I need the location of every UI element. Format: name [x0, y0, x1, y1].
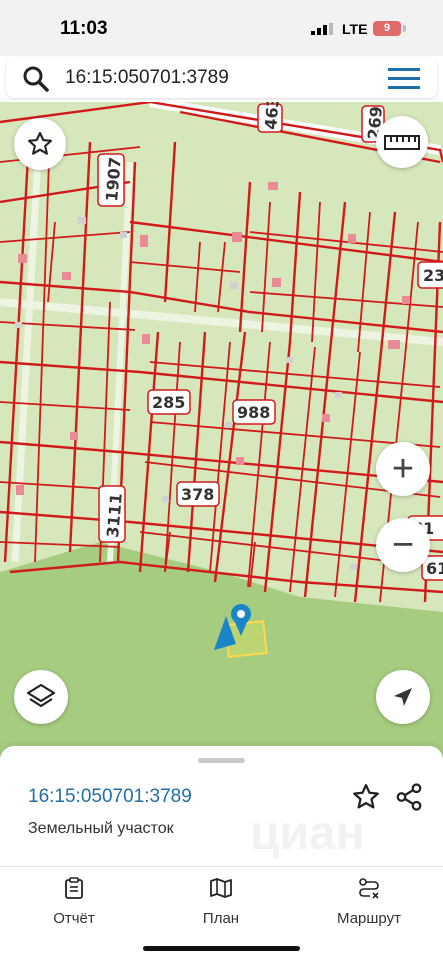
search-bar[interactable]: 16:15:050701:3789 [6, 58, 437, 98]
map-label-285: 285 [147, 389, 191, 415]
zoom-in-button[interactable]: + [376, 442, 430, 496]
svg-text:3111: 3111 [103, 492, 126, 538]
svg-text:1907: 1907 [102, 156, 125, 202]
parcel-type: Земельный участок [28, 820, 174, 837]
hamburger-menu-icon[interactable] [388, 68, 420, 90]
search-input[interactable]: 16:15:050701:3789 [65, 67, 229, 89]
navigation-arrow-icon [394, 688, 412, 706]
tab-plan-label: План [202, 910, 240, 927]
report-icon [65, 877, 83, 899]
zoom-out-button[interactable]: − [376, 518, 430, 572]
ruler-icon [384, 135, 420, 150]
tab-report[interactable]: Отчёт [19, 877, 129, 927]
map-label-23: 23 [417, 261, 443, 289]
location-pin-icon[interactable] [212, 598, 256, 654]
plus-icon: + [391, 448, 415, 490]
network-type: LTE [342, 21, 368, 37]
cadastral-number: 16:15:050701:3789 [28, 786, 192, 807]
status-bar: 11:03 LTE 9 [0, 0, 443, 56]
svg-text:378: 378 [181, 485, 214, 504]
favorite-map-button[interactable] [14, 118, 66, 170]
svg-text:285: 285 [152, 393, 185, 412]
tab-report-label: Отчёт [53, 910, 95, 927]
watermark: циан [250, 807, 365, 860]
layers-icon [26, 683, 56, 708]
star-icon[interactable] [351, 782, 381, 812]
home-indicator[interactable] [143, 946, 300, 951]
svg-text:23: 23 [423, 266, 443, 285]
map-label-988: 988 [232, 399, 276, 425]
search-icon[interactable] [22, 65, 50, 93]
my-location-button[interactable] [376, 670, 430, 724]
tab-route-label: Маршрут [337, 910, 401, 927]
route-icon [359, 878, 379, 899]
map-canvas[interactable]: 1907 463 269 285 988 378 3111 23 61 [0, 102, 443, 762]
parcel-info-sheet[interactable]: 16:15:050701:3789 Земельный участок циан [0, 746, 443, 866]
map-label-463: 463 [257, 102, 283, 133]
svg-text:61: 61 [426, 559, 443, 578]
tab-route[interactable]: Маршрут [314, 877, 424, 927]
map-label-1907: 1907 [97, 153, 125, 207]
svg-text:463: 463 [261, 102, 283, 130]
ruler-button[interactable] [376, 116, 428, 168]
svg-text:988: 988 [237, 403, 270, 422]
status-time: 11:03 [60, 18, 108, 39]
star-icon [27, 131, 53, 155]
map-plan-icon [210, 878, 232, 898]
share-icon[interactable] [394, 782, 424, 812]
cadastral-map[interactable]: 1907 463 269 285 988 378 3111 23 61 + − [0, 102, 443, 762]
tab-plan[interactable]: План [166, 877, 276, 927]
battery-icon: 9 [373, 21, 401, 36]
map-label-3111: 3111 [98, 485, 126, 543]
sheet-drag-handle[interactable] [198, 758, 245, 763]
map-label-378: 378 [176, 481, 220, 507]
layers-button[interactable] [14, 670, 68, 724]
battery-tip [403, 25, 406, 32]
cellular-signal-icon [311, 23, 333, 35]
minus-icon: − [391, 524, 415, 566]
